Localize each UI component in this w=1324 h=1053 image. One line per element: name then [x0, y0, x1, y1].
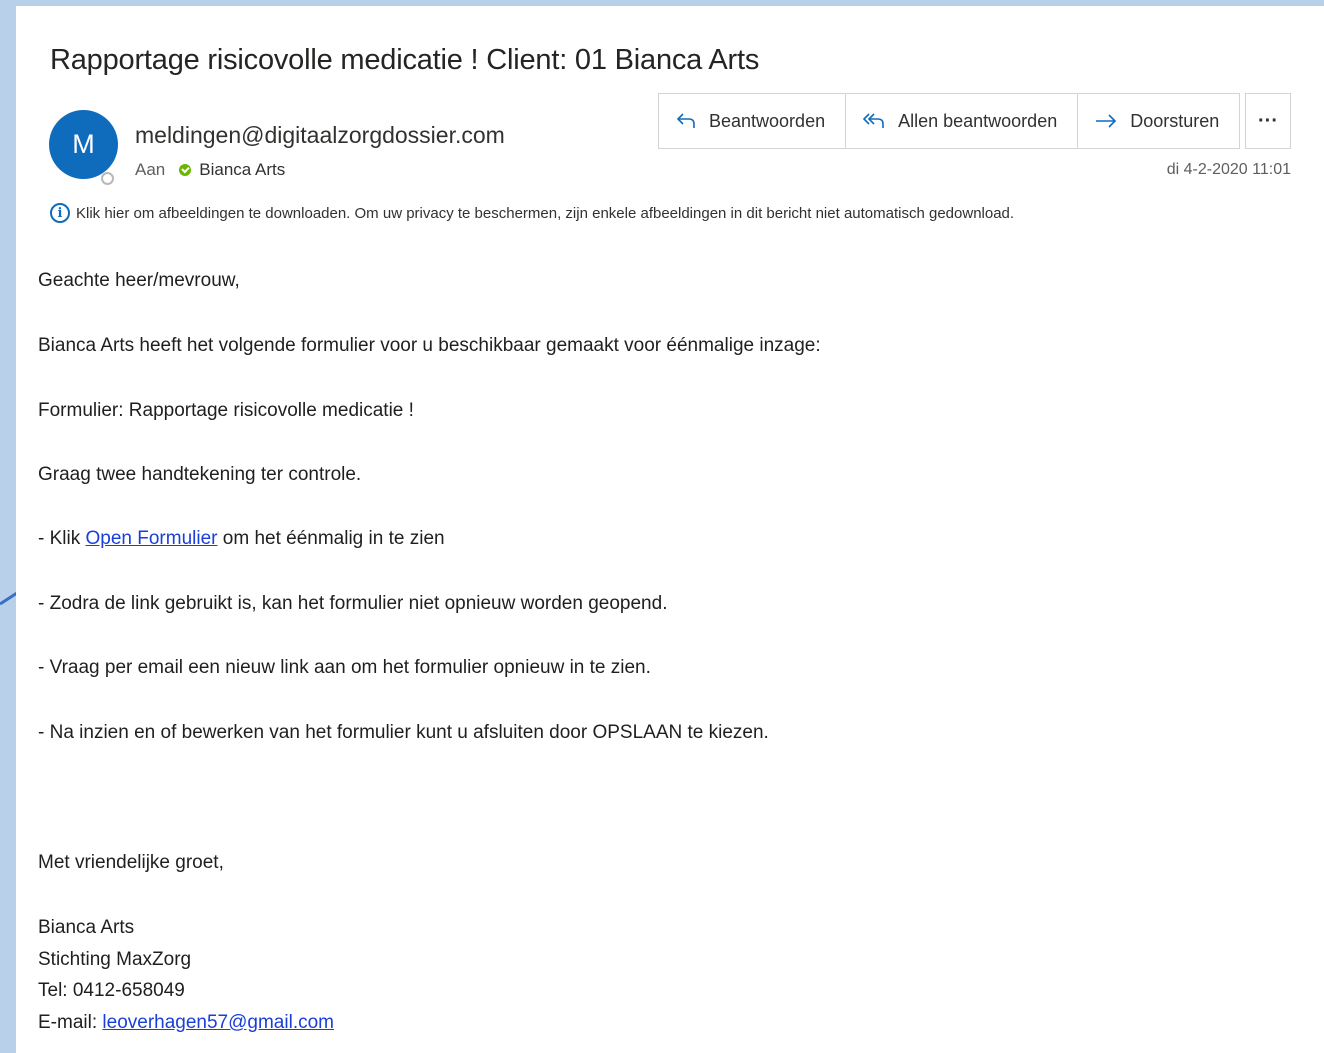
signature-organization: Stichting MaxZorg [38, 949, 192, 970]
presence-unknown-icon [101, 172, 114, 185]
open-form-suffix: om het éénmalig in te zien [217, 528, 445, 549]
signature-email-label: E-mail: [38, 1012, 103, 1033]
open-form-prefix: - Klik [38, 528, 86, 549]
presence-available-icon [179, 164, 192, 176]
download-images-notice[interactable]: i Klik hier om afbeeldingen te downloade… [50, 203, 1014, 223]
signature-email-link[interactable]: leoverhagen57@gmail.com [102, 1012, 334, 1033]
reply-all-icon [862, 113, 884, 128]
signature-name: Bianca Arts [38, 917, 135, 938]
signature-phone: Tel: 0412-658049 [38, 980, 185, 1001]
download-images-text: Klik hier om afbeeldingen te downloaden.… [76, 204, 1015, 222]
body-line-request: Graag twee handtekening ter controle. [38, 464, 362, 485]
body-line-form-name: Formulier: Rapportage risicovolle medica… [38, 400, 414, 421]
body-greeting: Geachte heer/mevrouw, [38, 270, 240, 291]
body-line-new-link: - Vraag per email een nieuw link aan om … [38, 657, 651, 678]
avatar-initial: M [72, 129, 95, 159]
body-closing: Met vriendelijke groet, [38, 852, 224, 873]
sender-address[interactable]: meldingen@digitaalzorgdossier.com [135, 122, 505, 149]
reply-button[interactable]: Beantwoorden [659, 94, 847, 148]
more-actions-button[interactable]: ··· [1245, 93, 1291, 149]
email-subject: Rapportage risicovolle medicatie ! Clien… [50, 44, 760, 76]
body-line-save: - Na inzien en of bewerken van het formu… [38, 722, 769, 743]
more-icon: ··· [1258, 109, 1278, 132]
sender-avatar[interactable]: M [49, 110, 118, 179]
recipient-name[interactable]: Bianca Arts [199, 160, 285, 180]
to-label: Aan [135, 160, 166, 179]
forward-icon [1096, 114, 1117, 128]
reply-label: Beantwoorden [709, 110, 826, 131]
body-line-open-form: - Klik Open Formulier om het éénmalig in… [38, 528, 445, 550]
message-date: di 4-2-2020 11:01 [1166, 161, 1291, 178]
reply-all-label: Allen beantwoorden [898, 110, 1058, 131]
message-actions-toolbar: Beantwoorden Allen beantwoorden Doorstur… [658, 93, 1241, 149]
forward-label: Doorsturen [1130, 110, 1220, 131]
email-reading-pane: Rapportage risicovolle medicatie ! Clien… [16, 6, 1324, 1053]
reply-all-button[interactable]: Allen beantwoorden [846, 94, 1079, 148]
recipient-row: Aan Bianca Arts [135, 160, 285, 180]
reply-icon [676, 113, 695, 128]
info-icon: i [50, 203, 70, 223]
forward-button[interactable]: Doorsturen [1078, 94, 1239, 148]
body-line-single-use: - Zodra de link gebruikt is, kan het for… [38, 593, 668, 614]
signature-email-row: E-mail: leoverhagen57@gmail.com [38, 1012, 334, 1034]
open-form-link[interactable]: Open Formulier [86, 528, 218, 549]
body-line-availability: Bianca Arts heeft het volgende formulier… [38, 335, 821, 356]
